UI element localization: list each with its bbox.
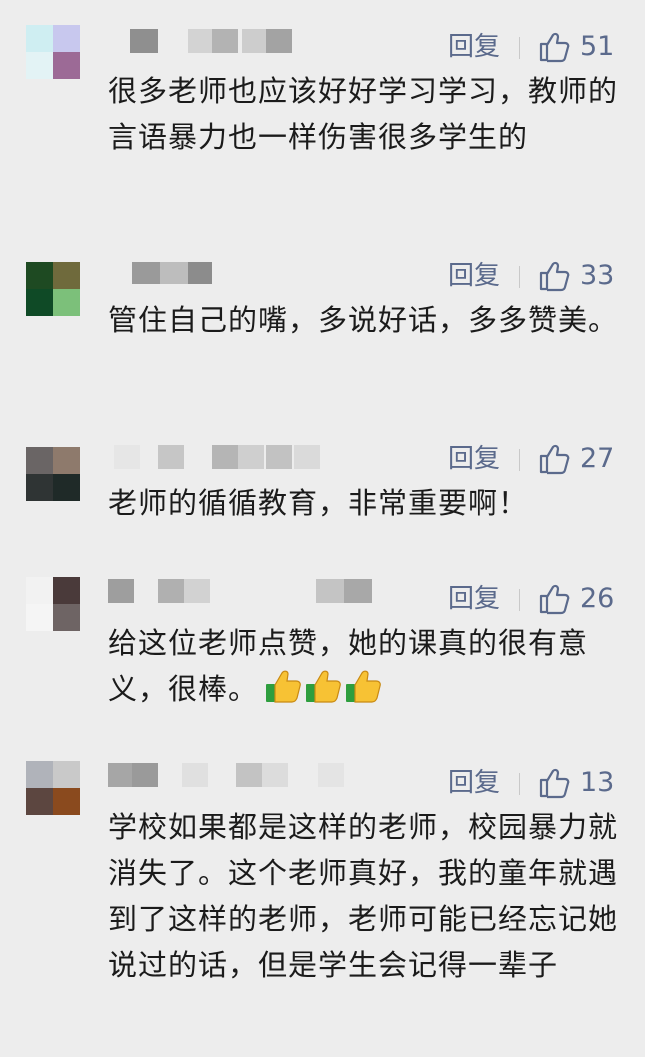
avatar-pixel — [26, 262, 53, 289]
avatar[interactable] — [26, 25, 80, 79]
avatar-pixel — [26, 52, 53, 79]
avatar-pixel — [53, 262, 80, 289]
reply-button[interactable]: 回复 — [448, 443, 500, 475]
avatar-pixel — [53, 474, 80, 501]
avatar-pixel — [26, 25, 53, 52]
blurred-username[interactable] — [108, 577, 408, 607]
avatar-pixel — [26, 604, 53, 631]
comment-text: 很多老师也应该好好学习学习，教师的言语暴力也一样伤害很多学生的 — [108, 74, 619, 154]
avatar[interactable] — [26, 447, 80, 501]
avatar-pixel — [26, 447, 53, 474]
avatar-pixel — [26, 788, 53, 815]
divider — [519, 773, 520, 795]
thumbs-up-icon — [266, 670, 301, 703]
thumbs-up-icon — [346, 670, 381, 703]
avatar-pixel — [26, 474, 53, 501]
thumbs-up-icon[interactable] — [538, 260, 570, 292]
thumbs-up-icon[interactable] — [538, 767, 570, 799]
avatar-pixel — [53, 25, 80, 52]
like-count: 33 — [580, 260, 615, 291]
divider — [519, 449, 520, 471]
divider — [519, 266, 520, 288]
divider — [519, 37, 520, 59]
like-count: 51 — [580, 31, 615, 62]
divider — [519, 589, 520, 611]
avatar-pixel — [53, 447, 80, 474]
like-count: 27 — [580, 443, 615, 474]
avatar[interactable] — [26, 761, 80, 815]
reply-button[interactable]: 回复 — [448, 260, 500, 292]
avatar-pixel — [53, 52, 80, 79]
avatar-pixel — [53, 761, 80, 788]
avatar[interactable] — [26, 262, 80, 316]
avatar-pixel — [53, 604, 80, 631]
comment-text: 学校如果都是这样的老师，校园暴力就消失了。这个老师真好，我的童年就遇到了这样的老… — [108, 810, 619, 982]
emoji-group — [264, 667, 384, 718]
thumbs-up-icon[interactable] — [538, 443, 570, 475]
thumbs-up-icon — [306, 670, 341, 703]
blurred-username[interactable] — [108, 437, 408, 469]
avatar-pixel — [53, 577, 80, 604]
avatar-pixel — [26, 577, 53, 604]
blurred-username[interactable] — [108, 25, 408, 55]
reply-button[interactable]: 回复 — [448, 31, 500, 63]
avatar-pixel — [53, 788, 80, 815]
blurred-username[interactable] — [108, 761, 408, 791]
comment-text: 老师的循循教育，非常重要啊！ — [108, 486, 529, 520]
like-count: 26 — [580, 583, 615, 614]
avatar-pixel — [26, 289, 53, 316]
avatar-pixel — [26, 761, 53, 788]
comment-text: 给这位老师点赞，她的课真的很有意义，很棒。 — [108, 620, 618, 718]
avatar-pixel — [53, 289, 80, 316]
blurred-username[interactable] — [108, 254, 408, 284]
like-count: 13 — [580, 767, 615, 798]
reply-button[interactable]: 回复 — [448, 767, 500, 799]
comment-text: 管住自己的嘴，多说好话，多多赞美。 — [108, 303, 619, 337]
thumbs-up-icon[interactable] — [538, 31, 570, 63]
thumbs-up-icon[interactable] — [538, 583, 570, 615]
avatar[interactable] — [26, 577, 80, 631]
reply-button[interactable]: 回复 — [448, 583, 500, 615]
